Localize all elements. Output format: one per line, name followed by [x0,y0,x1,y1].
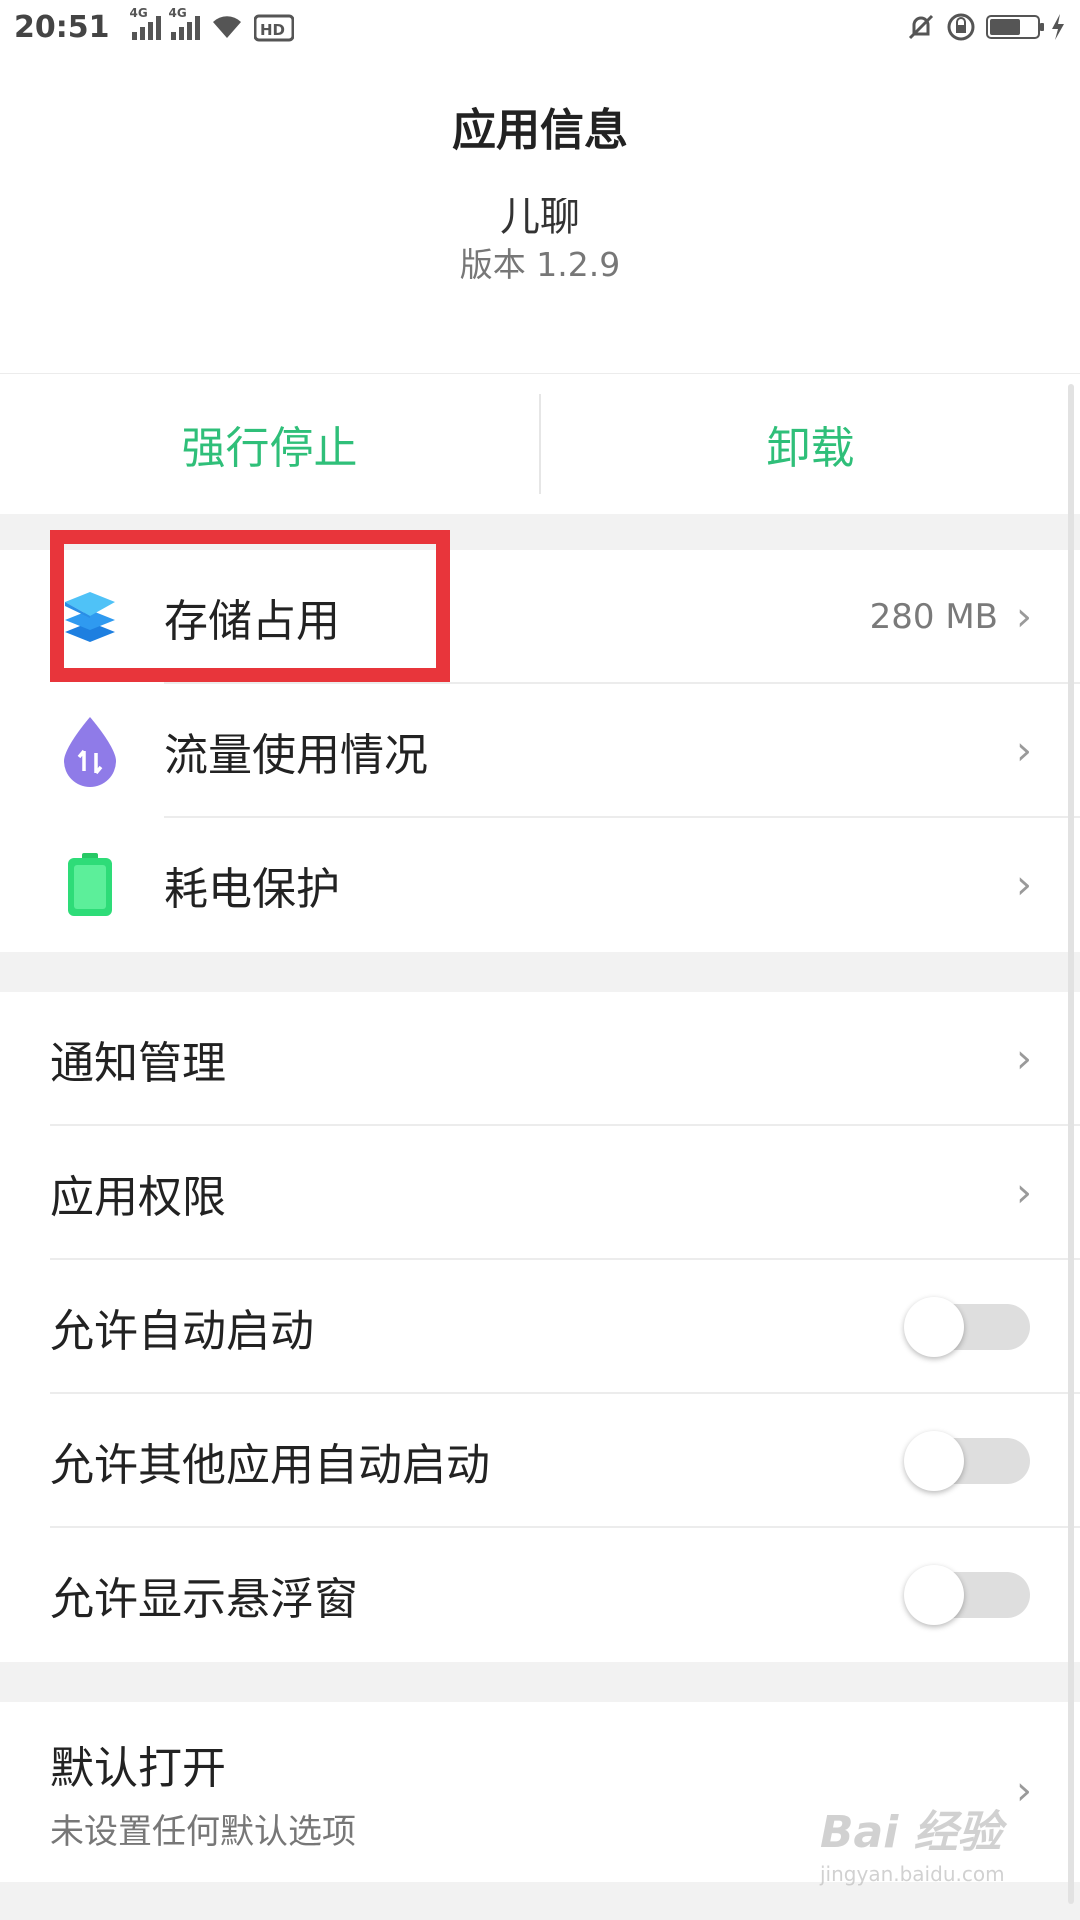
row-label: 应用权限 [50,1172,226,1223]
chevron-right-icon: › [1016,594,1032,640]
force-stop-button[interactable]: 强行停止 [0,374,539,514]
chevron-right-icon: › [1016,728,1032,774]
battery-protect-row[interactable]: 耗电保护 › [0,818,1080,952]
storage-row[interactable]: 存储占用 280 MB › [0,550,1080,684]
battery-protect-icon [60,853,120,916]
chevron-right-icon: › [1016,1768,1032,1814]
auto-start-row: 允许自动启动 [0,1260,1080,1394]
app-version: 版本 1.2.9 [459,245,621,284]
notification-management-row[interactable]: 通知管理 › [0,992,1080,1126]
row-subtitle: 未设置任何默认选项 [50,1811,356,1852]
watermark-text: Bai 经验 [820,1807,1002,1858]
app-header: 儿聊 版本 1.2.9 [0,198,1080,374]
toggle-knob [904,1565,964,1625]
row-label: 流量使用情况 [164,730,428,781]
toggle-knob [904,1431,964,1491]
status-time: 20:51 [14,9,110,45]
uninstall-button[interactable]: 卸载 [541,374,1080,514]
wifi-icon [210,14,244,40]
settings-group: 通知管理 › 应用权限 › 允许自动启动 允许其他应用自动启动 允许显示悬浮窗 [0,992,1080,1662]
row-label: 通知管理 [50,1038,226,1089]
watermark: Bai 经验 jingyan.baidu.com [820,1796,1005,1886]
scrollbar[interactable] [1068,384,1074,1904]
action-bar: 强行停止 卸载 [0,374,1080,514]
signal-icon: 4G [169,6,200,40]
row-label: 默认打开 [50,1742,226,1794]
title-bar: 应用信息 [0,54,1080,199]
mute-icon [906,12,936,42]
auto-start-toggle[interactable] [904,1297,1030,1357]
storage-value: 280 MB [869,597,998,637]
watermark-sub: jingyan.baidu.com [820,1862,1005,1886]
signal-icon: 4G [130,6,161,40]
app-name: 儿聊 [500,198,580,240]
floating-window-row: 允许显示悬浮窗 [0,1528,1080,1662]
status-bar: 20:51 4G 4G HD [0,0,1080,54]
chevron-right-icon: › [1016,862,1032,908]
other-app-auto-start-toggle[interactable] [904,1431,1030,1491]
floating-window-toggle[interactable] [904,1565,1030,1625]
page-title: 应用信息 [452,105,628,156]
battery-icon [986,15,1044,39]
chevron-right-icon: › [1016,1170,1032,1216]
row-label: 存储占用 [164,596,340,647]
screen: 20:51 4G 4G HD 应用信息 儿聊 版本 1.2.9 强行停止 卸载 … [0,0,1080,1920]
row-label: 允许显示悬浮窗 [50,1574,358,1625]
storage-layers-icon [60,587,120,647]
usage-group: 存储占用 280 MB › 流量使用情况 › 耗电保护 › [0,550,1080,952]
row-label: 允许自动启动 [50,1306,314,1357]
toggle-knob [904,1297,964,1357]
data-usage-row[interactable]: 流量使用情况 › [0,684,1080,818]
data-usage-icon [60,717,120,787]
chevron-right-icon: › [1016,1036,1032,1082]
charging-icon [1050,13,1066,41]
hd-icon: HD [253,12,294,42]
row-label: 允许其他应用自动启动 [50,1440,490,1491]
other-app-auto-start-row: 允许其他应用自动启动 [0,1394,1080,1528]
row-label: 耗电保护 [164,864,340,915]
rotation-lock-icon [946,12,976,42]
app-permissions-row[interactable]: 应用权限 › [0,1126,1080,1260]
svg-text:HD: HD [260,21,285,39]
